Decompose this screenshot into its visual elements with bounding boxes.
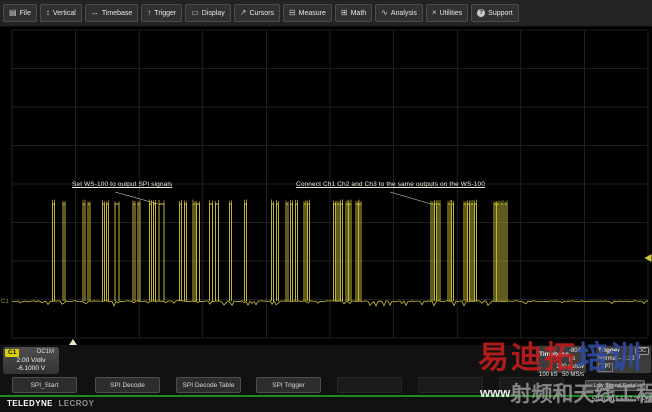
channel-offset: -6.1000 V (3, 365, 59, 372)
measure-icon: ⊟ (289, 9, 296, 17)
menu-item-label: Support (488, 10, 513, 17)
softkey-spi-decode[interactable]: SPI Decode (95, 377, 160, 393)
softkey-spi-trigger[interactable]: SPI Trigger (256, 377, 321, 393)
timebase-descriptor[interactable]: Timebase -804 µs 200 µs/div 100 kS 50 MS… (537, 346, 586, 373)
trigger-coupling-badge: DC (635, 347, 649, 355)
oscilloscope-app: ▤File↕Vertical↔Timebase↑Trigger▭Display↗… (0, 0, 652, 412)
brand-lecroy: LECROY (59, 399, 95, 408)
timestamp: 5/12/2015 5:07:27 PM (592, 397, 651, 403)
menu-item-math[interactable]: ⊞Math (335, 4, 372, 22)
timebase-delay: -804 µs (569, 347, 584, 363)
channel-badge: C1 (5, 349, 19, 357)
annotation-connect-channels: Connect Ch1 Ch2 and Ch3 to the same outp… (296, 181, 485, 188)
menu-item-label: Measure (299, 10, 326, 17)
menu-item-timebase[interactable]: ↔Timebase (85, 4, 138, 22)
bottom-panel: C1 DC1M 2.00 V/div -6.1000 V Timebase -8… (0, 345, 652, 412)
display-icon: ▭ (191, 9, 199, 17)
annotation-leader-line (390, 192, 431, 204)
annotation-set-ws100: Set WS-100 to output SPI signals (72, 181, 172, 188)
menu-item-label: Cursors (249, 10, 274, 17)
channel-scale: 2.00 V/div (3, 357, 59, 364)
menu-item-label: Timebase (102, 10, 132, 17)
channel-coupling: DC1M (37, 349, 54, 355)
softkey-empty-slot (418, 377, 483, 393)
softkey-spi-start[interactable]: SPI_Start (12, 377, 77, 393)
menu-bar: ▤File↕Vertical↔Timebase↑Trigger▭Display↗… (0, 0, 652, 27)
low-speed-serial-badge[interactable]: Low Speed Serial (585, 380, 645, 391)
menu-item-utilities[interactable]: ×Utilities (426, 4, 468, 22)
menu-item-support[interactable]: ?Support (471, 4, 519, 22)
trigger-title: Trigger (598, 347, 620, 355)
menu-item-label: Analysis (391, 10, 417, 17)
trigger-type: SPI (598, 363, 613, 372)
menu-item-file[interactable]: ▤File (3, 4, 37, 22)
channel-grid-label: C1 (1, 299, 9, 305)
menu-item-measure[interactable]: ⊟Measure (283, 4, 332, 22)
menu-item-label: Display (202, 10, 225, 17)
utilities-icon: × (432, 9, 437, 17)
annotation-leader-line (115, 192, 158, 204)
menu-item-label: File (20, 10, 31, 17)
timebase-rate: 50 MS/s (562, 371, 584, 379)
menu-item-vertical[interactable]: ↕Vertical (40, 4, 82, 22)
brand-logo: TELEDYNE LECROY (7, 399, 94, 408)
menu-item-label: Vertical (53, 10, 76, 17)
menu-item-label: Utilities (440, 10, 463, 17)
softkey-spi-decode-table[interactable]: SPI Decode Table (176, 377, 241, 393)
softkey-empty-slot (499, 377, 564, 393)
channel-descriptor-c1[interactable]: C1 DC1M 2.00 V/div -6.1000 V (3, 347, 59, 374)
separator-line (0, 395, 652, 397)
softkey-empty-slot (337, 377, 402, 393)
timebase-title: Timebase (539, 351, 569, 359)
trigger-icon: ↑ (147, 9, 151, 17)
trigger-mode-level: Normal-- 2.12 V (598, 355, 640, 363)
timebase-scale: 200 µs/div (557, 363, 584, 371)
menu-item-analysis[interactable]: ∿Analysis (375, 4, 423, 22)
file-icon: ▤ (9, 9, 17, 17)
menu-item-cursors[interactable]: ↗Cursors (234, 4, 280, 22)
menu-item-label: Math (351, 10, 367, 17)
menu-item-display[interactable]: ▭Display (185, 4, 231, 22)
menu-item-label: Trigger (154, 10, 176, 17)
brand-teledyne: TELEDYNE (7, 399, 53, 408)
support-icon: ? (477, 9, 485, 17)
analysis-icon: ∿ (381, 9, 388, 17)
trigger-descriptor[interactable]: Trigger DC Normal-- 2.12 V SPI (596, 346, 651, 373)
cursors-icon: ↗ (240, 9, 247, 17)
menu-item-trigger[interactable]: ↑Trigger (141, 4, 182, 22)
vertical-icon: ↕ (46, 9, 50, 17)
math-icon: ⊞ (341, 9, 348, 17)
timebase-icon: ↔ (91, 9, 99, 17)
